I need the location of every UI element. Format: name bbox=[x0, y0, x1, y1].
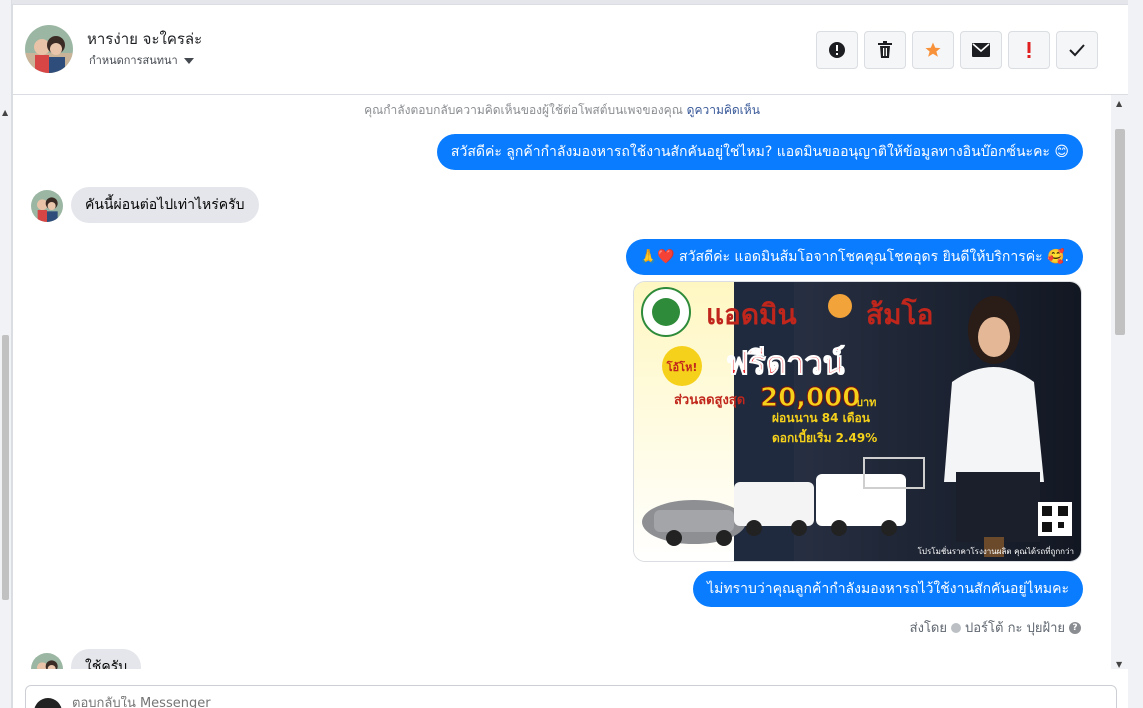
contact-avatar-small[interactable] bbox=[31, 653, 63, 669]
contact-avatar[interactable] bbox=[25, 25, 73, 73]
notice-text: คุณกำลังตอบกลับความคิดเห็นของผู้ใช้ต่อโพ… bbox=[364, 103, 683, 117]
sent-by-info: ส่งโดย ปอร์โต้ กะ ปุยฝ้าย ? bbox=[910, 617, 1081, 638]
contact-name[interactable]: หารง่าย จะใครล่ะ bbox=[87, 27, 202, 51]
promo-discount-unit: บาท bbox=[856, 396, 876, 409]
promo-discount-label: ส่วนลดสูงสุด bbox=[674, 393, 745, 408]
scroll-down-icon[interactable]: ▼ bbox=[1116, 660, 1122, 669]
promo-title-a: แอดมิน bbox=[706, 298, 797, 331]
star-button[interactable] bbox=[912, 31, 954, 69]
right-margin bbox=[1128, 0, 1143, 708]
header-actions bbox=[816, 31, 1098, 69]
promo-discount-value: 20,000 bbox=[760, 383, 860, 413]
message-outgoing[interactable]: ไม่ทราบว่าคุณลูกค้ากำลังมองหารถไว้ใช้งาน… bbox=[693, 571, 1083, 607]
assign-conversation-dropdown[interactable]: กำหนดการสนทนา bbox=[89, 51, 194, 69]
promo-badge: โอ้โห! bbox=[666, 360, 698, 374]
mark-done-button[interactable] bbox=[1056, 31, 1098, 69]
promo-footer: โปรโมชั่นราคาโรงงานผลิต คุณได้รถที่ถูกกว… bbox=[918, 545, 1074, 557]
conversation-header: หารง่าย จะใครล่ะ กำหนดการสนทนา bbox=[13, 5, 1129, 95]
check-icon bbox=[1069, 44, 1085, 57]
spam-button[interactable] bbox=[816, 31, 858, 69]
caret-down-icon bbox=[183, 58, 194, 64]
message-incoming[interactable]: ใช้ครับ bbox=[71, 649, 142, 669]
reply-composer[interactable] bbox=[25, 685, 1117, 708]
promo-installment: ผ่อนนาน 84 เดือน bbox=[772, 411, 871, 425]
delete-button[interactable] bbox=[864, 31, 906, 69]
page-avatar bbox=[34, 698, 62, 708]
important-icon bbox=[1027, 42, 1031, 58]
promo-interest: ดอกเบี้ยเริ่ม 2.49% bbox=[772, 428, 877, 445]
message-outgoing[interactable]: สวัสดีค่ะ ลูกค้ากำลังมองหารถใช้งานสักคัน… bbox=[436, 134, 1083, 170]
mark-unread-button[interactable] bbox=[960, 31, 1002, 69]
trash-icon bbox=[878, 41, 892, 58]
reply-input[interactable] bbox=[72, 696, 672, 708]
star-icon bbox=[925, 42, 941, 57]
verified-dot-icon bbox=[951, 622, 961, 633]
view-comment-link[interactable]: ดูความคิดเห็น bbox=[687, 103, 760, 117]
help-icon[interactable]: ? bbox=[1069, 621, 1081, 634]
thread-scrollbar[interactable]: ▲ ▼ bbox=[1111, 95, 1129, 669]
sent-by-label: ส่งโดย bbox=[909, 621, 947, 636]
alert-icon bbox=[829, 42, 845, 58]
scroll-up-arrow-icon[interactable]: ▲ bbox=[2, 108, 8, 117]
promo-image[interactable]: แอดมิน ส้มโอ โอ้โห! ฟรีดาวน์ ส่วนลดสูงสุ… bbox=[633, 281, 1082, 562]
scroll-up-icon[interactable]: ▲ bbox=[1116, 99, 1122, 108]
message-incoming[interactable]: คันนี้ผ่อนต่อไปเท่าไหร่ครับ bbox=[71, 187, 259, 223]
important-button[interactable] bbox=[1008, 31, 1050, 69]
promo-headline: ฟรีดาวน์ bbox=[726, 344, 845, 382]
thread-scroll-thumb[interactable] bbox=[1115, 129, 1125, 335]
left-scroll-thumb[interactable] bbox=[2, 335, 9, 600]
assign-label: กำหนดการสนทนา bbox=[89, 54, 178, 67]
promo-title-b: ส้มโอ bbox=[866, 297, 933, 331]
conversation-panel: หารง่าย จะใครล่ะ กำหนดการสนทนา คุณกำลังต… bbox=[12, 4, 1129, 708]
app-window: ▲ หารง่าย จะใครล่ะ กำหนดการสนทนา คุณกำลั… bbox=[0, 0, 1143, 708]
message-outgoing[interactable]: 🙏❤️ สวัสดีค่ะ แอดมินส้มโอจากโชคคุณโชคอุด… bbox=[625, 239, 1083, 275]
left-scrollbar[interactable]: ▲ bbox=[0, 0, 12, 708]
reply-notice: คุณกำลังตอบกลับความคิดเห็นของผู้ใช้ต่อโพ… bbox=[13, 101, 1111, 120]
message-thread[interactable]: คุณกำลังตอบกลับความคิดเห็นของผู้ใช้ต่อโพ… bbox=[13, 95, 1111, 669]
sent-by-name[interactable]: ปอร์โต้ กะ ปุยฝ้าย bbox=[965, 617, 1065, 638]
contact-avatar-small[interactable] bbox=[31, 190, 63, 222]
mail-icon bbox=[972, 43, 990, 57]
